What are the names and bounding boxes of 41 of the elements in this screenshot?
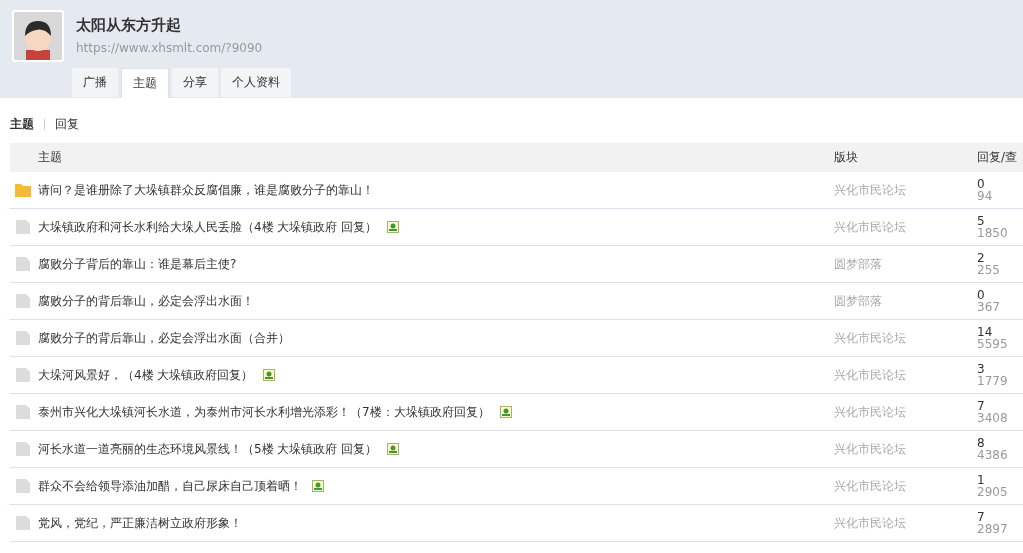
reply-count: 5 xyxy=(977,215,986,227)
reply-count: 2 xyxy=(977,252,986,264)
topic-link[interactable]: 党风，党纪，严正廉洁树立政府形象！ xyxy=(38,514,242,532)
topic-link[interactable]: 请问？是谁册除了大垛镇群众反腐倡廉，谁是腐败分子的靠山！ xyxy=(38,181,374,199)
reply-count: 0 xyxy=(977,289,986,301)
tab[interactable]: 广播 xyxy=(72,68,118,97)
view-count: 94 xyxy=(977,190,994,202)
view-count: 5595 xyxy=(977,338,1009,350)
reply-count: 0 xyxy=(977,178,986,190)
view-count: 3408 xyxy=(977,412,1009,424)
reply-count: 8 xyxy=(977,437,986,449)
topic-link[interactable]: 腐败分子背后的靠山：谁是幕后主使? xyxy=(38,255,237,273)
topic-link[interactable]: 河长水道一道亮丽的生态环境风景线！（5楼 大垛镇政府 回复） xyxy=(38,440,378,458)
reply-count: 7 xyxy=(977,511,986,523)
avatar-icon xyxy=(12,10,64,62)
profile-name: 太阳从东方升起 xyxy=(76,16,182,35)
reply-count: 3 xyxy=(977,363,986,375)
column-header: 回复/查 xyxy=(977,149,1019,166)
view-count: 1779 xyxy=(977,375,1009,387)
filter-link[interactable]: 主题 xyxy=(10,116,34,133)
topic-link[interactable]: 大垛河风景好，（4楼 大垛镇政府回复） xyxy=(38,366,254,384)
view-count: 367 xyxy=(977,301,1001,313)
tab[interactable]: 个人资料 xyxy=(221,68,291,97)
tab[interactable]: 主题 xyxy=(121,68,169,98)
column-header: 主题 xyxy=(38,149,63,166)
reply-count: 1 xyxy=(977,474,986,486)
view-count: 2897 xyxy=(977,523,1009,535)
view-count: 4386 xyxy=(977,449,1009,461)
topic-link[interactable]: 泰州市兴化大垛镇河长水道，为泰州市河长水利增光添彩！（7楼：大垛镇政府回复） xyxy=(38,403,490,421)
topic-link[interactable]: 腐败分子的背后靠山，必定会浮出水面！ xyxy=(38,292,254,310)
tab[interactable]: 分享 xyxy=(172,68,218,97)
topic-link[interactable]: 大垛镇政府和河长水利给大垛人民丢脸（4楼 大垛镇政府 回复） xyxy=(38,218,378,236)
column-header: 版块 xyxy=(834,149,859,166)
reply-count: 14 xyxy=(977,326,994,338)
topic-link[interactable]: 群众不会给领导添油加醋，自己尿床自己顶着晒！ xyxy=(38,477,302,495)
view-count: 1850 xyxy=(977,227,1009,239)
view-count: 2905 xyxy=(977,486,1009,498)
view-count: 255 xyxy=(977,264,1001,276)
reply-count: 7 xyxy=(977,400,986,412)
topic-link[interactable]: 腐败分子的背后靠山，必定会浮出水面（合并） xyxy=(38,329,290,347)
filter-link[interactable]: 回复 xyxy=(55,116,79,133)
